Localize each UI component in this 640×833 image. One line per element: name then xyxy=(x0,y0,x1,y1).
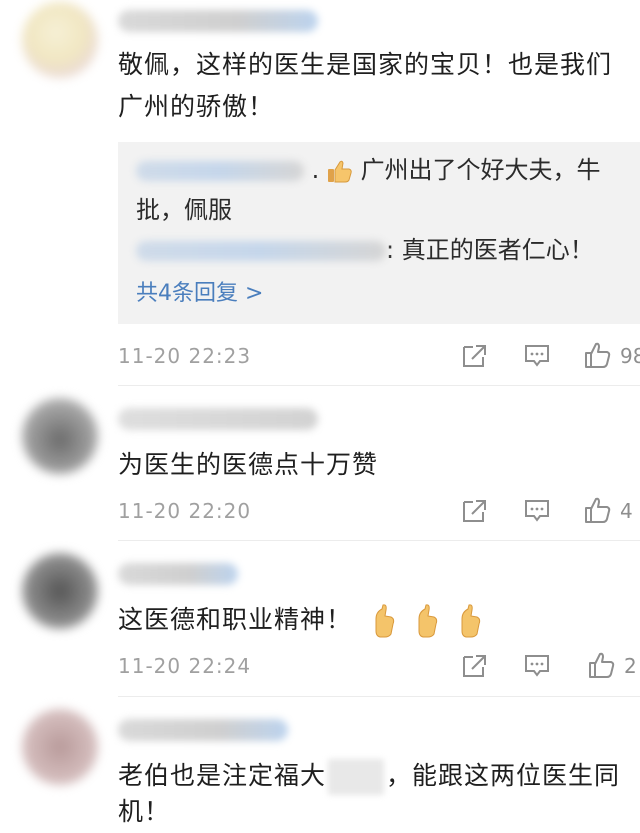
reply-text: 广州出了个好大夫，牛 xyxy=(360,156,601,184)
comment-time: 11-20 22:23 xyxy=(118,344,252,368)
comment-text-line2: 广州的骄傲！ xyxy=(118,92,275,121)
avatar[interactable] xyxy=(22,2,98,78)
avatar[interactable] xyxy=(22,553,98,629)
reply-text: 真正的医者仁心！ xyxy=(401,236,594,264)
comment-item: 这医德和职业精神！ 11-20 22:24 2 xyxy=(0,541,640,697)
comment-time: 11-20 22:24 xyxy=(118,654,252,678)
comment-item: 为医生的医德点十万赞 11-20 22:20 4 xyxy=(0,386,640,541)
comment-time: 11-20 22:20 xyxy=(118,499,252,523)
thumbs-up-emoji xyxy=(375,604,395,638)
comment-text-line2: 机！ xyxy=(118,797,171,826)
comment-text: 敬佩，这样的医生是国家的宝贝！也是我们 xyxy=(118,50,613,79)
thumbs-up-icon[interactable] xyxy=(588,651,616,679)
comment-text-row: 这医德和职业精神！ xyxy=(118,599,633,641)
comment-icon[interactable] xyxy=(524,499,550,523)
share-icon[interactable] xyxy=(462,654,488,678)
comment-icon[interactable] xyxy=(524,344,550,368)
reply-separator: : xyxy=(386,236,395,264)
share-icon[interactable] xyxy=(462,499,488,523)
view-all-replies-link[interactable]: 共4条回复 > xyxy=(136,276,263,312)
reply-text-line2: 批，佩服 xyxy=(136,196,232,224)
comment-text-part2: ，能跟这两位医生同 xyxy=(386,761,621,790)
comment-text: 老伯也是注定福大 xyxy=(118,761,327,790)
avatar[interactable] xyxy=(22,398,98,474)
username[interactable] xyxy=(118,563,238,585)
censored-text xyxy=(328,759,385,795)
reply-item[interactable]: : 真正的医者仁心！ xyxy=(136,230,636,270)
username[interactable] xyxy=(118,408,318,430)
thumbs-up-emoji xyxy=(418,604,438,638)
comment-text: 为医生的医德点十万赞 xyxy=(118,450,379,479)
username[interactable] xyxy=(118,10,318,32)
reply-username[interactable] xyxy=(136,241,386,261)
reply-box[interactable]: . 广州出了个好大夫，牛 批，佩服 : 真正的医者仁心！ 共4条回复 > xyxy=(118,142,640,324)
like-count: 4 xyxy=(620,499,633,523)
thumbs-up-icon[interactable] xyxy=(584,496,612,524)
comment-icon[interactable] xyxy=(524,654,550,678)
avatar[interactable] xyxy=(22,709,98,785)
share-icon[interactable] xyxy=(462,344,488,368)
thumbs-up-icon[interactable] xyxy=(584,341,612,369)
thumbs-up-emoji xyxy=(327,160,352,183)
username[interactable] xyxy=(118,719,288,741)
reply-separator: . xyxy=(311,156,320,184)
comment-item: 敬佩，这样的医生是国家的宝贝！也是我们 广州的骄傲！ . 广州出了个好大夫，牛 … xyxy=(0,0,640,386)
reply-username[interactable] xyxy=(136,161,304,181)
thumbs-up-emoji xyxy=(461,604,481,638)
comment-item: 老伯也是注定福大 ，能跟这两位医生同 机！ xyxy=(0,697,640,830)
comment-text: 这医德和职业精神！ xyxy=(118,605,353,634)
reply-item[interactable]: . 广州出了个好大夫，牛 xyxy=(136,150,636,190)
like-count: 2 xyxy=(624,654,637,678)
like-count: 98 xyxy=(620,344,640,368)
